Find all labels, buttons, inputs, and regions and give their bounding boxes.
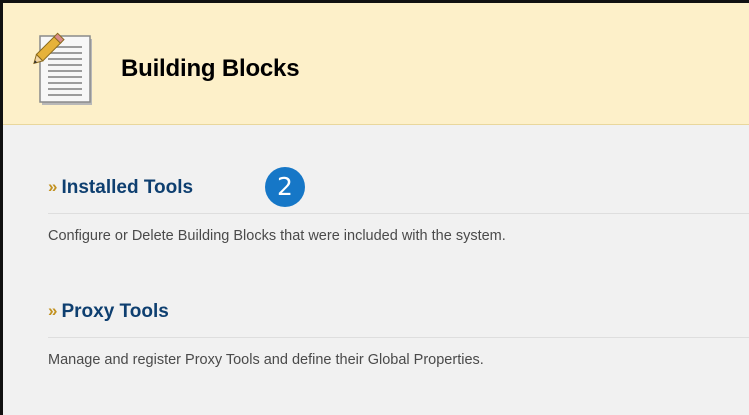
proxy-tools-link[interactable]: » Proxy Tools (48, 293, 169, 331)
step-number-badge: 2 (265, 167, 305, 207)
page-title: Building Blocks (121, 55, 300, 82)
proxy-tools-link-label: Proxy Tools (61, 301, 169, 322)
document-pencil-icon (33, 32, 92, 105)
section-divider (48, 213, 749, 214)
page-header: Building Blocks (3, 3, 749, 125)
installed-tools-link[interactable]: » Installed Tools (48, 169, 193, 207)
section-proxy-tools: » Proxy Tools Manage and register Proxy T… (48, 293, 749, 368)
double-chevron-right-icon: » (48, 301, 58, 320)
double-chevron-right-icon: » (48, 177, 58, 196)
section-installed-tools: » Installed Tools Configure or Delete Bui… (48, 169, 749, 244)
installed-tools-description: Configure or Delete Building Blocks that… (48, 228, 506, 244)
page-frame: Building Blocks » Installed Tools Configu… (0, 0, 749, 415)
installed-tools-link-label: Installed Tools (61, 177, 194, 198)
section-divider (48, 337, 749, 338)
proxy-tools-description: Manage and register Proxy Tools and defi… (48, 352, 484, 368)
